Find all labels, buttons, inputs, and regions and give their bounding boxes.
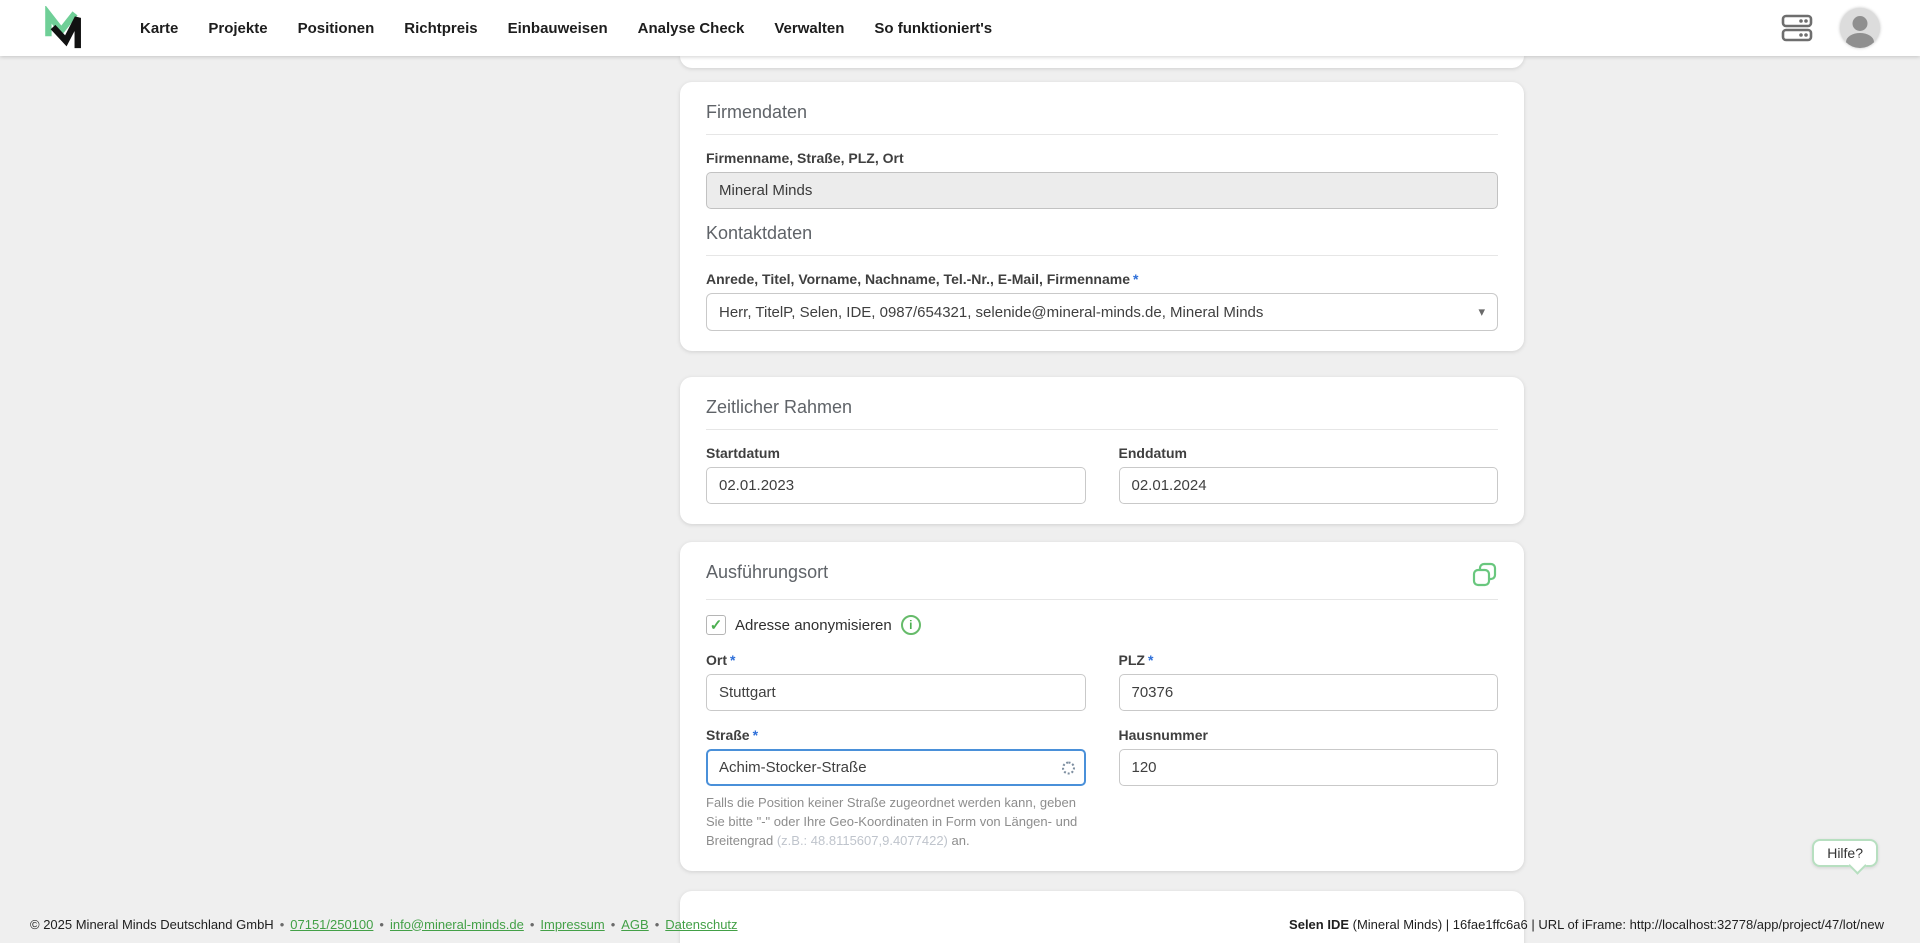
footer-right: Selen IDE (Mineral Minds) | 16fae1ffc6a6… — [1289, 917, 1884, 932]
form-column: Firmendaten Firmenname, Straße, PLZ, Ort… — [680, 0, 1524, 943]
plz-field: PLZ * — [1118, 652, 1499, 711]
hint-coords: (z.B.: 48.8115607,9.4077422) — [776, 832, 948, 848]
plz-label: PLZ * — [1119, 652, 1499, 668]
help-button[interactable]: Hilfe? — [1812, 839, 1878, 867]
enddatum-input[interactable] — [1118, 467, 1498, 504]
kontaktdaten-section: Kontaktdaten Anrede, Titel, Vorname, Nac… — [706, 223, 1498, 331]
plz-label-text: PLZ — [1118, 652, 1145, 668]
timeframe-title: Zeitlicher Rahmen — [706, 397, 853, 417]
top-navbar: Karte Projekte Positionen Richtpreis Ein… — [0, 0, 1920, 56]
ort-label-text: Ort — [706, 652, 727, 668]
nav-item-positionen[interactable]: Positionen — [298, 20, 375, 37]
footer: © 2025 Mineral Minds Deutschland GmbH • … — [0, 905, 1920, 943]
user-avatar[interactable] — [1840, 8, 1880, 48]
server-stack-icon[interactable] — [1780, 12, 1814, 44]
info-icon[interactable]: i — [900, 615, 921, 635]
copyright-text: © 2025 Mineral Minds Deutschland GmbH — [30, 916, 274, 932]
startdatum-field: Startdatum — [706, 445, 1086, 504]
anonymize-checkbox[interactable]: ✓ — [706, 615, 726, 635]
navbar-right — [1780, 8, 1880, 48]
nav-item-analyse-check[interactable]: Analyse Check — [638, 20, 745, 37]
required-marker: * — [1133, 271, 1139, 287]
firmenname-input — [706, 172, 1498, 209]
kontaktdaten-title: Kontaktdaten — [706, 223, 813, 243]
location-card: Ausführungsort ✓ Adresse anonymisieren i… — [680, 542, 1524, 871]
separator: • — [610, 916, 616, 932]
divider — [706, 255, 1498, 256]
strasse-label: Straße * — [706, 727, 1086, 743]
separator: • — [379, 916, 384, 932]
strasse-label-text: Straße — [706, 727, 750, 743]
location-title: Ausführungsort — [706, 562, 829, 582]
company-contact-card: Firmendaten Firmenname, Straße, PLZ, Ort… — [680, 82, 1524, 351]
divider — [706, 429, 1498, 430]
required-marker: * — [1147, 652, 1154, 668]
previous-card-partial — [680, 56, 1524, 68]
ide-info: (Mineral Minds) | 16fae1ffc6a6 | URL of … — [1349, 916, 1884, 932]
ort-input[interactable] — [706, 674, 1086, 711]
startdatum-input[interactable] — [706, 467, 1086, 504]
strasse-input[interactable] — [706, 749, 1086, 786]
strasse-hint: Falls die Position keiner Straße zugeord… — [706, 794, 1086, 851]
hausnummer-field: Hausnummer — [1118, 727, 1498, 851]
firmendaten-title: Firmendaten — [706, 102, 808, 122]
avatar-body-icon — [1846, 33, 1874, 48]
nav-item-einbauweisen[interactable]: Einbauweisen — [508, 20, 608, 37]
footer-link-phone[interactable]: 07151/250100 — [290, 917, 373, 932]
separator: • — [529, 916, 535, 932]
footer-link-datenschutz[interactable]: Datenschutz — [665, 917, 737, 932]
info-glyph: i — [909, 618, 913, 632]
firmendaten-section: Firmendaten Firmenname, Straße, PLZ, Ort — [706, 102, 1498, 209]
nav-item-projekte[interactable]: Projekte — [208, 20, 267, 37]
nav-item-verwalten[interactable]: Verwalten — [774, 20, 844, 37]
separator: • — [654, 916, 660, 932]
timeframe-card: Zeitlicher Rahmen Startdatum Enddatum — [680, 377, 1524, 524]
anonymize-label: Adresse anonymisieren — [735, 616, 892, 634]
mineral-minds-logo-icon[interactable] — [40, 6, 88, 50]
footer-left: © 2025 Mineral Minds Deutschland GmbH • … — [30, 917, 738, 932]
strasse-field: Straße* Falls die Position keiner Straße… — [706, 727, 1086, 851]
main-nav: Karte Projekte Positionen Richtpreis Ein… — [140, 20, 992, 37]
anonymize-row: ✓ Adresse anonymisieren i — [706, 615, 1498, 635]
ort-label: Ort * — [706, 652, 1086, 668]
divider — [706, 134, 1498, 135]
required-marker: * — [752, 727, 759, 743]
kontakt-select[interactable]: Herr, TitelP, Selen, IDE, 0987/654321, s… — [706, 293, 1498, 331]
footer-link-impressum[interactable]: Impressum — [540, 917, 604, 932]
startdatum-label: Startdatum — [706, 445, 780, 461]
duplicate-icon[interactable] — [1472, 562, 1498, 588]
hausnummer-label: Hausnummer — [1118, 727, 1208, 743]
hausnummer-input[interactable] — [1118, 749, 1498, 786]
nav-item-richtpreis[interactable]: Richtpreis — [404, 20, 477, 37]
separator: • — [279, 916, 285, 932]
footer-link-email[interactable]: info@mineral-minds.de — [390, 917, 524, 932]
chevron-down-icon: ▾ — [1478, 304, 1485, 319]
firmenname-label: Firmenname, Straße, PLZ, Ort — [706, 150, 904, 166]
ort-field: Ort * — [706, 652, 1086, 711]
hint-suffix: an. — [947, 832, 970, 848]
avatar-head-icon — [1852, 16, 1868, 31]
divider — [706, 599, 1498, 600]
kontakt-label-text: Anrede, Titel, Vorname, Nachname, Tel.-N… — [706, 271, 1131, 287]
required-marker: * — [730, 652, 736, 668]
ide-name: Selen IDE — [1289, 916, 1350, 932]
checkmark-icon: ✓ — [709, 617, 723, 634]
enddatum-label: Enddatum — [1118, 445, 1187, 461]
plz-input[interactable] — [1118, 674, 1498, 711]
enddatum-field: Enddatum — [1118, 445, 1498, 504]
footer-link-agb[interactable]: AGB — [621, 917, 648, 932]
loading-spinner-icon — [1061, 761, 1075, 774]
kontakt-label: Anrede, Titel, Vorname, Nachname, Tel.-N… — [706, 271, 1498, 287]
nav-item-so-funktionierts[interactable]: So funktioniert's — [874, 20, 992, 37]
nav-item-karte[interactable]: Karte — [140, 20, 178, 37]
kontakt-select-value: Herr, TitelP, Selen, IDE, 0987/654321, s… — [719, 303, 1264, 321]
